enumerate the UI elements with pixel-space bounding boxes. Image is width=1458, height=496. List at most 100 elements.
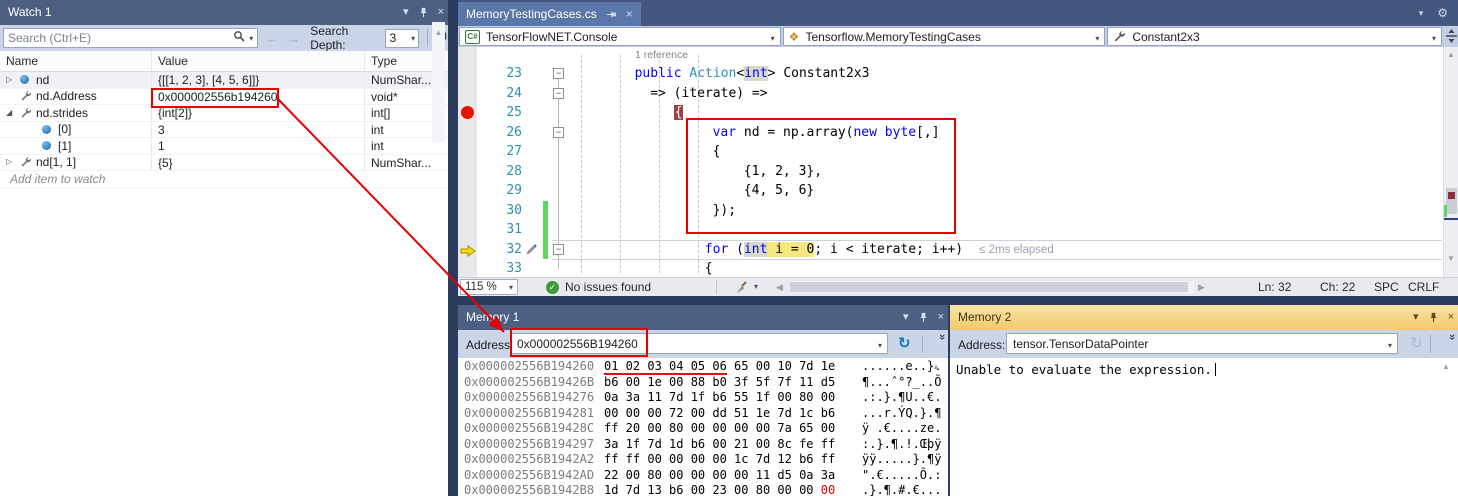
scroll-left-icon[interactable]: ◀ — [776, 282, 783, 293]
code-line[interactable] — [580, 220, 1443, 240]
scroll-up-icon[interactable]: ▲ — [932, 362, 940, 371]
memory-row[interactable]: 0x000002556B1942760a 3a 11 7d 1f b6 55 1… — [458, 390, 948, 406]
editor-vertical-scrollbar[interactable]: ▲ ▼ — [1443, 47, 1458, 277]
chevron-down-icon[interactable]: ▾ — [1388, 341, 1392, 350]
memory-row[interactable]: 0x000002556B1942A2ff ff 00 00 00 00 1c 7… — [458, 452, 948, 468]
address-input[interactable]: 0x000002556B194260 ▾ — [510, 333, 888, 354]
memory1-titlebar[interactable]: Memory 1 ▾ × — [458, 305, 948, 330]
search-depth-select[interactable]: 3 ▾ — [385, 29, 419, 48]
code-line[interactable]: { — [580, 259, 1443, 277]
zoom-select[interactable]: 115 % ▾ — [460, 279, 518, 295]
watch-row[interactable]: ▷nd{[[1, 2, 3], [4, 5, 6]]}NumShar... — [0, 72, 448, 89]
memory-dump[interactable]: 0x000002556B19426001 02 03 04 05 06 65 0… — [458, 359, 948, 496]
chevron-down-icon[interactable]: ▾ — [878, 341, 882, 350]
code-cleanup-options-icon[interactable]: ▾ — [754, 282, 758, 291]
close-icon[interactable]: × — [438, 7, 444, 18]
watch-value[interactable]: {[[1, 2, 3], [4, 5, 6]]} — [152, 72, 365, 88]
refresh-icon[interactable]: ↻ — [898, 334, 911, 352]
watch-row[interactable]: ▷nd[1, 1]{5}NumShar... — [0, 155, 448, 172]
refresh-icon[interactable]: ↻ — [1410, 334, 1423, 352]
code-cleanup-icon[interactable] — [734, 280, 749, 298]
breakpoint-icon[interactable] — [461, 106, 474, 119]
expander-collapsed-icon[interactable]: ▷ — [6, 155, 20, 171]
code-line[interactable]: var nd = np.array(new byte[,] — [580, 123, 1443, 143]
scroll-down-icon[interactable]: ▼ — [1447, 254, 1455, 263]
search-options-icon[interactable]: ▾ — [249, 34, 253, 43]
editor-horizontal-scrollbar[interactable] — [790, 281, 1194, 293]
outline-collapse-icon[interactable]: − — [553, 244, 564, 255]
add-watch-row[interactable]: Add item to watch — [0, 171, 448, 188]
watch-value[interactable]: {5} — [152, 155, 365, 171]
memory-row[interactable]: 0x000002556B1942AD22 00 80 00 00 00 00 1… — [458, 468, 948, 484]
watch-row[interactable]: nd.Address0x000002556b194260void* — [0, 89, 448, 106]
memory-error-message[interactable]: Unable to evaluate the expression. — [956, 362, 1216, 377]
watch-grid-header[interactable]: Name Value Type — [0, 51, 448, 72]
window-menu-icon[interactable]: ▾ — [403, 7, 409, 18]
issues-status[interactable]: No issues found — [565, 280, 651, 294]
outline-collapse-icon[interactable]: − — [553, 88, 564, 99]
scroll-up-icon[interactable]: ▲ — [1447, 50, 1455, 59]
status-line-ending[interactable]: CRLF — [1408, 280, 1439, 294]
split-window-icon[interactable] — [1445, 27, 1458, 47]
pin-icon[interactable] — [1428, 312, 1439, 323]
breakpoint-gutter[interactable] — [458, 47, 477, 277]
watch-row[interactable]: [1]1int — [0, 138, 448, 155]
code-line[interactable]: => (iterate) => — [580, 84, 1443, 104]
code-editor[interactable]: public Action<int> Constant2x3=> (iterat… — [458, 47, 1458, 277]
outline-collapse-icon[interactable]: − — [553, 127, 564, 138]
search-input[interactable]: Search (Ctrl+E) ▾ — [3, 28, 258, 48]
column-name[interactable]: Name — [0, 51, 152, 71]
code-line[interactable]: for (int i = 0; i < iterate; i++)≤ 2ms e… — [580, 240, 1443, 260]
scroll-right-icon[interactable]: ▶ — [1198, 282, 1205, 293]
type-dropdown[interactable]: ❖ Tensorflow.MemoryTestingCases ▾ — [783, 27, 1106, 46]
outline-collapse-icon[interactable]: − — [553, 68, 564, 79]
pin-icon[interactable] — [418, 7, 429, 18]
member-dropdown[interactable]: Constant2x3 ▾ — [1107, 27, 1442, 46]
tab-close-icon[interactable]: × — [626, 7, 633, 21]
window-menu-icon[interactable]: ▾ — [903, 312, 909, 323]
tab-pin-icon[interactable] — [606, 9, 617, 20]
gear-icon[interactable]: ⚙ — [1437, 6, 1448, 20]
expander-collapsed-icon[interactable]: ▷ — [6, 72, 20, 88]
watch-value[interactable]: 3 — [152, 122, 365, 138]
project-dropdown[interactable]: C# TensorFlowNET.Console ▾ — [459, 27, 781, 46]
code-line[interactable]: {4, 5, 6} — [580, 181, 1443, 201]
memory-row[interactable]: 0x000002556B19428100 00 00 72 00 dd 51 1… — [458, 406, 948, 422]
scroll-up-icon[interactable]: ▲ — [1442, 362, 1450, 371]
watch-value[interactable]: 1 — [152, 138, 365, 154]
watch-value[interactable]: 0x000002556b194260 — [152, 89, 365, 105]
column-value[interactable]: Value — [152, 51, 365, 71]
toolbar-overflow-icon[interactable]: » — [1446, 334, 1458, 340]
scroll-up-icon[interactable]: ▲ — [435, 28, 443, 37]
code-line[interactable]: { — [580, 142, 1443, 162]
watch-row[interactable]: [0]3int — [0, 122, 448, 139]
code-line[interactable]: public Action<int> Constant2x3 — [580, 64, 1443, 84]
status-spaces[interactable]: SPC — [1374, 280, 1399, 294]
window-menu-icon[interactable]: ▾ — [1419, 8, 1424, 19]
toolbar-overflow-icon[interactable]: » — [936, 334, 948, 340]
watch-titlebar[interactable]: Watch 1 ▾ × — [0, 0, 448, 25]
memory-row[interactable]: 0x000002556B19426Bb6 00 1e 00 88 b0 3f 5… — [458, 375, 948, 391]
code-line[interactable]: }); — [580, 201, 1443, 221]
watch-scrollbar[interactable]: ▲ — [432, 22, 445, 142]
close-icon[interactable]: × — [1448, 312, 1454, 323]
close-icon[interactable]: × — [938, 312, 944, 323]
code-text-area[interactable]: public Action<int> Constant2x3=> (iterat… — [580, 47, 1443, 277]
expander-expanded-icon[interactable]: ◢ — [6, 105, 20, 121]
column-type[interactable]: Type — [365, 51, 433, 71]
memory-row[interactable]: 0x000002556B1942973a 1f 7d 1d b6 00 21 0… — [458, 437, 948, 453]
codelens-references[interactable]: 1 reference — [635, 49, 688, 61]
search-icon[interactable] — [233, 30, 246, 46]
pin-icon[interactable] — [918, 312, 929, 323]
tab-memorytestingcases[interactable]: MemoryTestingCases.cs × — [458, 2, 641, 26]
memory-row[interactable]: 0x000002556B1942B81d 7d 13 b6 00 23 00 8… — [458, 483, 948, 496]
address-input[interactable]: tensor.TensorDataPointer ▾ — [1006, 333, 1398, 354]
memory-row[interactable]: 0x000002556B19428Cff 20 00 80 00 00 00 0… — [458, 421, 948, 437]
search-back-icon[interactable]: ← — [266, 31, 279, 46]
watch-row[interactable]: ◢nd.strides{int[2]}int[] — [0, 105, 448, 122]
code-line[interactable]: { — [580, 103, 1443, 123]
memory-row[interactable]: 0x000002556B19426001 02 03 04 05 06 65 0… — [458, 359, 948, 375]
search-forward-icon[interactable]: → — [287, 31, 300, 46]
memory2-titlebar[interactable]: Memory 2 ▾ × — [950, 305, 1458, 330]
code-line[interactable]: {1, 2, 3}, — [580, 162, 1443, 182]
